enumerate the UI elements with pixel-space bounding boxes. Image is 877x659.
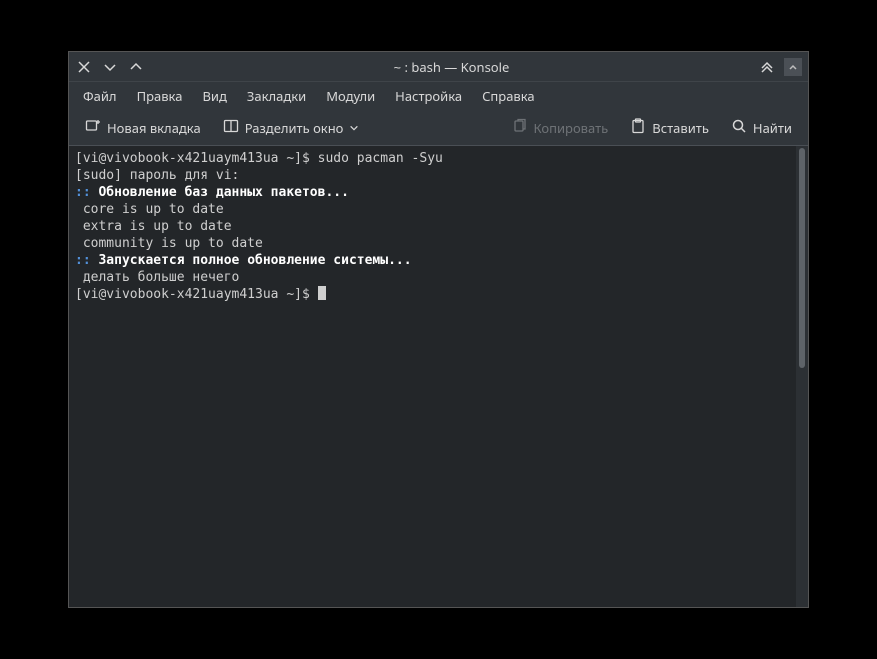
terminal-line: :: Обновление баз данных пакетов... (75, 184, 790, 201)
search-icon (731, 118, 747, 138)
menu-settings[interactable]: Настройка (385, 83, 472, 109)
split-view-button[interactable]: Разделить окно (215, 114, 368, 142)
new-tab-button[interactable]: Новая вкладка (77, 114, 209, 142)
split-view-label: Разделить окно (245, 119, 344, 137)
keep-above-icon[interactable] (758, 58, 776, 76)
new-tab-label: Новая вкладка (107, 119, 201, 137)
find-button[interactable]: Найти (723, 114, 800, 142)
chevron-down-icon (349, 119, 359, 137)
terminal-line: [sudo] пароль для vi: (75, 167, 790, 184)
menu-file[interactable]: Файл (73, 83, 127, 109)
scrollbar[interactable] (796, 146, 808, 607)
window-title: ~ : bash — Konsole (145, 58, 758, 76)
terminal-line: делать больше нечего (75, 269, 790, 286)
menubar: Файл Правка Вид Закладки Модули Настройк… (69, 82, 808, 110)
menu-help[interactable]: Справка (472, 83, 545, 109)
terminal-line: community is up to date (75, 235, 790, 252)
maximize-icon[interactable] (127, 58, 145, 76)
copy-label: Копировать (534, 119, 609, 137)
terminal-line: [vi@vivobook-x421uaym413ua ~]$ sudo pacm… (75, 150, 790, 167)
menu-bookmarks[interactable]: Закладки (237, 83, 316, 109)
new-tab-icon (85, 118, 101, 138)
paste-label: Вставить (652, 119, 709, 137)
terminal-container: [vi@vivobook-x421uaym413ua ~]$ sudo pacm… (69, 146, 808, 607)
menu-plugins[interactable]: Модули (316, 83, 385, 109)
paste-icon (630, 118, 646, 138)
menu-edit[interactable]: Правка (127, 83, 193, 109)
paste-button[interactable]: Вставить (622, 114, 717, 142)
minimize-icon[interactable] (101, 58, 119, 76)
menu-view[interactable]: Вид (192, 83, 236, 109)
split-view-icon (223, 118, 239, 138)
copy-button: Копировать (504, 114, 617, 142)
window-menu-icon[interactable] (784, 58, 802, 76)
terminal-output[interactable]: [vi@vivobook-x421uaym413ua ~]$ sudo pacm… (69, 146, 796, 607)
copy-icon (512, 118, 528, 138)
terminal-line: core is up to date (75, 201, 790, 218)
scroll-thumb[interactable] (799, 148, 805, 368)
find-label: Найти (753, 119, 792, 137)
terminal-line: extra is up to date (75, 218, 790, 235)
cursor (318, 286, 326, 300)
konsole-window: ~ : bash — Konsole Файл Правка Вид Закла… (68, 51, 809, 608)
terminal-line: :: Запускается полное обновление системы… (75, 252, 790, 269)
titlebar: ~ : bash — Konsole (69, 52, 808, 82)
close-icon[interactable] (75, 58, 93, 76)
toolbar: Новая вкладка Разделить окно Копировать … (69, 110, 808, 146)
terminal-line: [vi@vivobook-x421uaym413ua ~]$ (75, 286, 790, 303)
